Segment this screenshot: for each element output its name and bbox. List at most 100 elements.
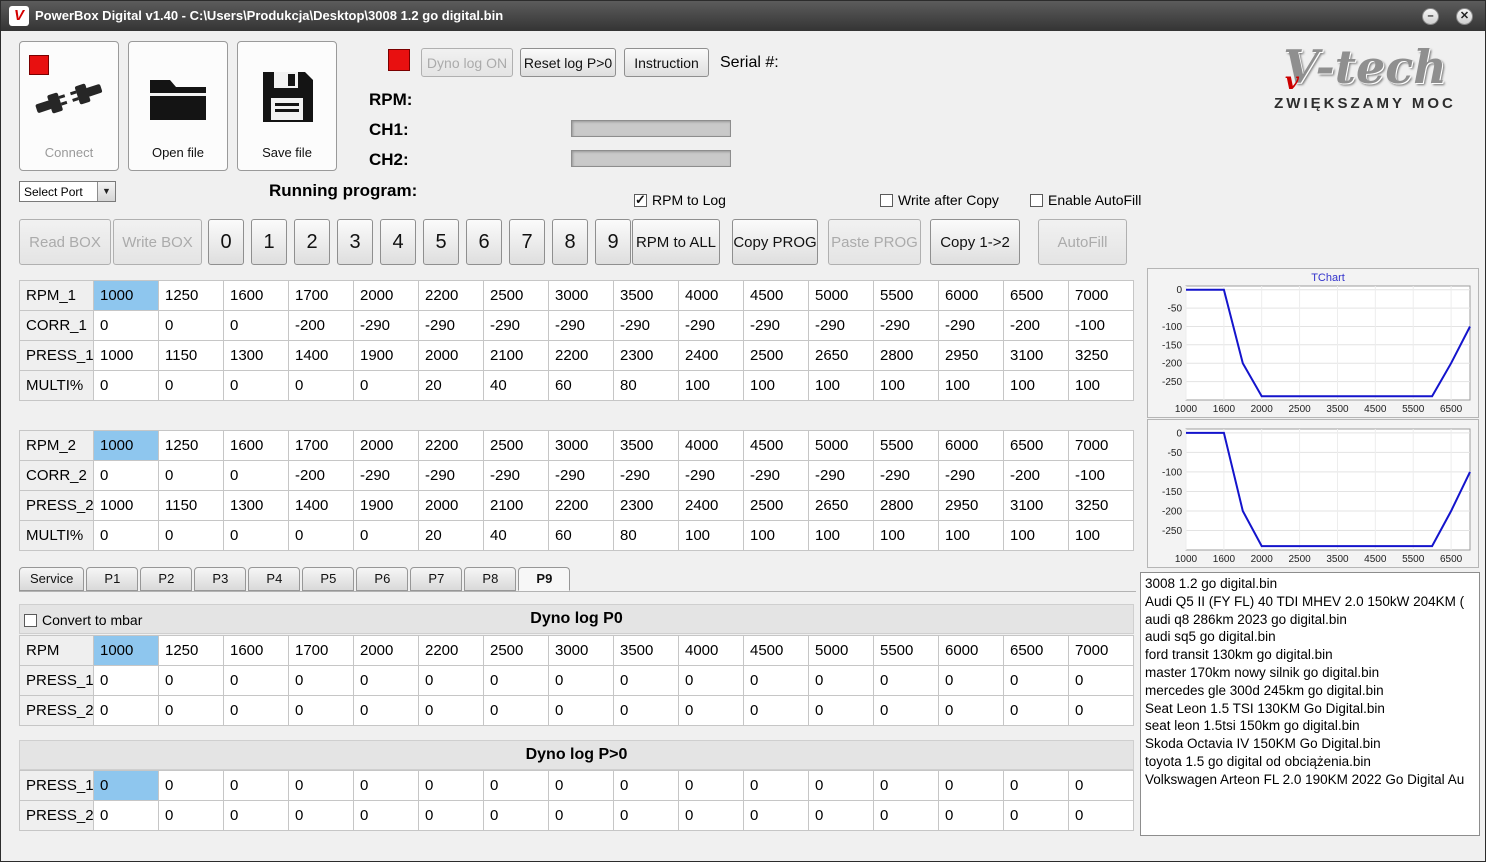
open-file-button[interactable]: Open file bbox=[128, 41, 228, 171]
grid-cell[interactable]: 2800 bbox=[873, 340, 939, 371]
grid-cell[interactable]: 0 bbox=[938, 770, 1004, 801]
tab-p4[interactable]: P4 bbox=[248, 567, 301, 591]
grid-cell[interactable]: 40 bbox=[483, 520, 549, 551]
grid-cell[interactable]: 0 bbox=[613, 770, 679, 801]
tab-p1[interactable]: P1 bbox=[86, 567, 139, 591]
grid-cell[interactable]: 6500 bbox=[1003, 635, 1069, 666]
grid-cell[interactable]: 5000 bbox=[808, 635, 874, 666]
grid-cell[interactable]: 0 bbox=[93, 770, 159, 801]
grid-cell[interactable]: 80 bbox=[613, 520, 679, 551]
digit-9-button[interactable]: 9 bbox=[595, 219, 631, 265]
grid-cell[interactable]: 0 bbox=[613, 695, 679, 726]
grid-cell[interactable]: 0 bbox=[93, 370, 159, 401]
grid-cell[interactable]: -290 bbox=[418, 310, 484, 341]
file-list-item[interactable]: Skoda Octavia IV 150KM Go Digital.bin bbox=[1145, 735, 1475, 753]
grid-cell[interactable]: 0 bbox=[678, 770, 744, 801]
grid-cell[interactable]: 0 bbox=[548, 800, 614, 831]
grid-cell[interactable]: 0 bbox=[288, 520, 354, 551]
grid-cell[interactable]: 20 bbox=[418, 370, 484, 401]
grid-cell[interactable]: 0 bbox=[353, 800, 419, 831]
grid-cell[interactable]: -290 bbox=[938, 460, 1004, 491]
grid-cell[interactable]: 1250 bbox=[158, 635, 224, 666]
grid-cell[interactable]: 100 bbox=[1003, 370, 1069, 401]
grid-cell[interactable]: -200 bbox=[288, 460, 354, 491]
grid-cell[interactable]: 3000 bbox=[548, 635, 614, 666]
grid-cell[interactable]: 2000 bbox=[353, 430, 419, 461]
copy-1-to-2-button[interactable]: Copy 1->2 bbox=[930, 219, 1020, 265]
grid-cell[interactable]: -290 bbox=[613, 310, 679, 341]
grid-cell[interactable]: 5000 bbox=[808, 280, 874, 311]
grid-cell[interactable]: 7000 bbox=[1068, 430, 1134, 461]
grid-cell[interactable]: 0 bbox=[483, 770, 549, 801]
grid-cell[interactable]: 2000 bbox=[353, 280, 419, 311]
grid-cell[interactable]: 80 bbox=[613, 370, 679, 401]
grid-cell[interactable]: 0 bbox=[1003, 695, 1069, 726]
grid-cell[interactable]: 0 bbox=[613, 665, 679, 696]
grid-cell[interactable]: 7000 bbox=[1068, 280, 1134, 311]
file-list-item[interactable]: Audi Q5 II (FY FL) 40 TDI MHEV 2.0 150kW… bbox=[1145, 593, 1475, 611]
grid-cell[interactable]: -290 bbox=[873, 460, 939, 491]
grid-cell[interactable]: 0 bbox=[158, 695, 224, 726]
grid-cell[interactable]: 0 bbox=[158, 370, 224, 401]
tab-p5[interactable]: P5 bbox=[302, 567, 355, 591]
rpm-to-log-checkbox[interactable]: RPM to Log bbox=[634, 192, 726, 208]
grid-cell[interactable]: 0 bbox=[808, 770, 874, 801]
grid-cell[interactable]: -290 bbox=[353, 310, 419, 341]
file-list-item[interactable]: ford transit 130km go digital.bin bbox=[1145, 646, 1475, 664]
grid-cell[interactable]: 3250 bbox=[1068, 490, 1134, 521]
tab-p9[interactable]: P9 bbox=[518, 567, 571, 591]
instruction-button[interactable]: Instruction bbox=[624, 48, 709, 77]
grid-cell[interactable]: 2300 bbox=[613, 490, 679, 521]
grid-cell[interactable]: 100 bbox=[1068, 520, 1134, 551]
grid-cell[interactable]: 0 bbox=[483, 695, 549, 726]
grid-cell[interactable]: 0 bbox=[93, 310, 159, 341]
grid-cell[interactable]: 0 bbox=[288, 800, 354, 831]
grid-cell[interactable]: 100 bbox=[678, 370, 744, 401]
grid-cell[interactable]: 4000 bbox=[678, 635, 744, 666]
grid-cell[interactable]: 0 bbox=[93, 520, 159, 551]
grid-cell[interactable]: 0 bbox=[1003, 665, 1069, 696]
grid-cell[interactable]: 0 bbox=[1003, 800, 1069, 831]
grid-cell[interactable]: 1150 bbox=[158, 490, 224, 521]
grid-cell[interactable]: 0 bbox=[223, 665, 289, 696]
grid-cell[interactable]: 1000 bbox=[93, 430, 159, 461]
grid-cell[interactable]: -290 bbox=[678, 310, 744, 341]
grid-cell[interactable]: 2950 bbox=[938, 490, 1004, 521]
grid-cell[interactable]: 100 bbox=[743, 370, 809, 401]
grid-cell[interactable]: 5000 bbox=[808, 430, 874, 461]
tab-p2[interactable]: P2 bbox=[140, 567, 193, 591]
grid-cell[interactable]: 0 bbox=[93, 695, 159, 726]
grid-cell[interactable]: 0 bbox=[808, 695, 874, 726]
grid-cell[interactable]: 1400 bbox=[288, 340, 354, 371]
grid-cell[interactable]: 0 bbox=[158, 520, 224, 551]
file-list-item[interactable]: Volkswagen Arteon FL 2.0 190KM 2022 Go D… bbox=[1145, 771, 1475, 789]
digit-0-button[interactable]: 0 bbox=[208, 219, 244, 265]
grid-cell[interactable]: 60 bbox=[548, 370, 614, 401]
grid-cell[interactable]: 4500 bbox=[743, 635, 809, 666]
grid-cell[interactable]: -290 bbox=[873, 310, 939, 341]
grid-cell[interactable]: 0 bbox=[548, 770, 614, 801]
digit-4-button[interactable]: 4 bbox=[380, 219, 416, 265]
grid-cell[interactable]: 100 bbox=[1003, 520, 1069, 551]
grid-cell[interactable]: 0 bbox=[1003, 770, 1069, 801]
grid-cell[interactable]: 3500 bbox=[613, 280, 679, 311]
file-list-item[interactable]: Seat Leon 1.5 TSI 130KM Go Digital.bin bbox=[1145, 700, 1475, 718]
rpm-to-all-button[interactable]: RPM to ALL bbox=[632, 219, 720, 265]
grid-cell[interactable]: 100 bbox=[873, 370, 939, 401]
chevron-down-icon[interactable]: ▼ bbox=[97, 182, 115, 201]
grid-cell[interactable]: 100 bbox=[873, 520, 939, 551]
grid-cell[interactable]: 2500 bbox=[483, 280, 549, 311]
grid-cell[interactable]: 2200 bbox=[418, 635, 484, 666]
grid-cell[interactable]: -290 bbox=[483, 310, 549, 341]
grid-cell[interactable]: 1000 bbox=[93, 490, 159, 521]
grid-cell[interactable]: 0 bbox=[93, 800, 159, 831]
grid-cell[interactable]: 0 bbox=[1068, 665, 1134, 696]
grid-cell[interactable]: -290 bbox=[548, 460, 614, 491]
grid-cell[interactable]: 6500 bbox=[1003, 430, 1069, 461]
grid-cell[interactable]: 0 bbox=[158, 665, 224, 696]
grid-cell[interactable]: 100 bbox=[678, 520, 744, 551]
tab-service[interactable]: Service bbox=[19, 567, 85, 591]
grid-cell[interactable]: 2950 bbox=[938, 340, 1004, 371]
grid-cell[interactable]: -100 bbox=[1068, 460, 1134, 491]
grid-cell[interactable]: 4500 bbox=[743, 430, 809, 461]
